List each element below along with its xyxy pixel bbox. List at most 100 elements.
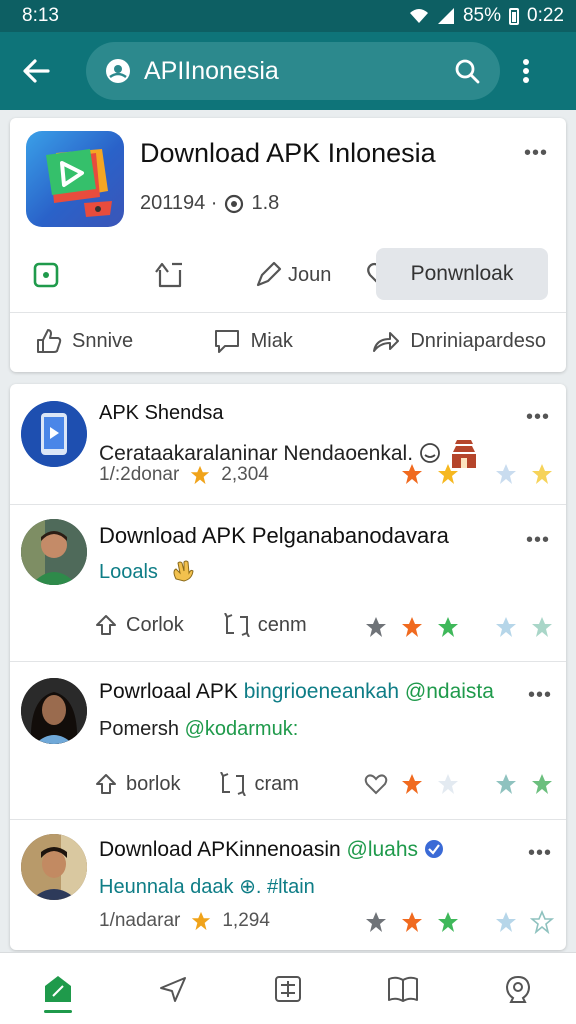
wifi-icon [409, 9, 428, 23]
search-icon[interactable] [454, 58, 480, 84]
status-icons: 85% 0:22 [409, 5, 564, 27]
post-more-icon[interactable]: ••• [528, 684, 552, 707]
post-title-text: Download APKinnenoasin [99, 838, 347, 861]
star-icon [496, 617, 516, 637]
nav-library[interactable] [373, 959, 433, 1019]
star-icon [438, 464, 458, 484]
repost-icon [223, 613, 250, 637]
smiley-icon [419, 443, 440, 463]
post-more-icon[interactable]: ••• [526, 406, 550, 429]
divider [10, 312, 566, 313]
app-bar: APIInonesia [0, 32, 576, 110]
post-mention[interactable]: @luahs [347, 838, 419, 861]
more-vert-icon [523, 59, 529, 83]
avatar[interactable] [21, 834, 87, 900]
search-bar[interactable]: APIInonesia [86, 42, 500, 100]
like-label: Corlok [126, 613, 184, 636]
post-mention[interactable]: @ndaista [405, 680, 494, 703]
phone-app-icon [21, 401, 87, 467]
thumbs-up-icon [37, 329, 62, 353]
app-logo-icon [26, 131, 124, 227]
post-title-highlight[interactable]: bingrioeneankah [244, 680, 399, 703]
like-label: Snnive [72, 329, 134, 352]
verified-badge-icon [424, 840, 443, 858]
back-arrow-icon [23, 59, 50, 83]
post-count: 1,294 [222, 910, 270, 931]
join-label: Joun [288, 263, 332, 286]
post-subtitle-text: Looals [99, 561, 158, 583]
nav-create[interactable] [258, 959, 318, 1019]
status-time-left: 8:13 [22, 5, 59, 26]
install-icon[interactable] [32, 261, 60, 289]
app-date: 201194 · [140, 192, 218, 214]
wave-hand-icon [173, 560, 194, 582]
message-label: Miak [250, 329, 293, 352]
like-action[interactable]: Snnive [36, 328, 133, 354]
join-action[interactable]: Joun [254, 261, 331, 289]
upvote-icon [96, 615, 116, 635]
avatar[interactable] [21, 519, 87, 585]
post-mention[interactable]: @kodarmuk: [185, 718, 299, 740]
forward-action[interactable]: Dnriniapardeso [372, 329, 546, 353]
feed-list: APK Shendsa Cerataakaralaninar Nendaoenk… [10, 384, 566, 950]
rating-stars[interactable] [364, 910, 554, 934]
star-icon [496, 912, 516, 932]
star-icon [402, 912, 422, 932]
post-title-text: Powrloaal APK [99, 680, 244, 703]
battery-icon [509, 7, 520, 25]
post-meta: 1/nadarar 1,294 [99, 910, 270, 932]
list-item[interactable]: Powrloaal APK bingrioeneankah @ndaista •… [10, 662, 566, 820]
rating-stars[interactable] [364, 615, 554, 639]
like-action[interactable]: borlok [94, 772, 180, 796]
app-action-row: Joun Ponwnloak [24, 248, 552, 302]
share-row: Snnive Miak Dnriniapardeso [36, 328, 546, 354]
app-more-icon[interactable]: ••• [524, 142, 548, 165]
star-icon [366, 912, 386, 932]
star-icon [496, 464, 516, 484]
forward-label: Dnriniapardeso [410, 329, 546, 352]
list-item[interactable]: APK Shendsa Cerataakaralaninar Nendaoenk… [10, 384, 566, 505]
search-query[interactable]: APIInonesia [144, 57, 454, 86]
profile-icon [506, 975, 531, 1003]
avatar[interactable] [21, 678, 87, 744]
app-meta: 201194 · 1.8 [140, 192, 279, 215]
post-more-icon[interactable]: ••• [528, 842, 552, 865]
post-more-icon[interactable]: ••• [526, 529, 550, 552]
message-action[interactable]: Miak [213, 328, 293, 354]
nav-profile[interactable] [488, 959, 548, 1019]
rating-stars[interactable] [364, 772, 554, 796]
repost-action[interactable]: cram [220, 772, 299, 796]
repost-icon [220, 772, 247, 796]
nav-home[interactable] [28, 959, 88, 1019]
star-icon [530, 910, 554, 934]
star-icon [438, 617, 458, 637]
repost-action[interactable]: cenm [223, 613, 307, 637]
overflow-menu-button[interactable] [508, 49, 544, 93]
post-meta: 1/:2donar 2,304 [99, 464, 269, 486]
battery-percent: 85% [462, 5, 502, 26]
star-icon [532, 617, 552, 637]
status-bar: 8:13 85% 0:22 [0, 0, 576, 32]
star-icon [366, 617, 386, 637]
app-card: Download APK Inlonesia ••• 201194 · 1.8 … [10, 118, 566, 372]
download-button[interactable]: Ponwnloak [376, 248, 548, 300]
app-count: 1.8 [251, 192, 280, 214]
post-subtitle: Looals [99, 559, 194, 584]
back-button[interactable] [14, 49, 58, 93]
nav-explore[interactable] [143, 959, 203, 1019]
star-badge-icon [191, 465, 210, 485]
status-time-right: 0:22 [527, 5, 564, 26]
star-icon [402, 617, 422, 637]
send-icon [159, 976, 186, 1002]
comment-icon [214, 330, 239, 353]
list-item[interactable]: Download APKinnenoasin @luahs ••• Heunna… [10, 820, 566, 950]
star-icon [532, 774, 552, 794]
rating-stars[interactable] [400, 462, 554, 486]
settings-icon [225, 194, 244, 213]
star-icon [532, 464, 552, 484]
like-action[interactable]: Corlok [94, 613, 184, 637]
list-item[interactable]: Download APK Pelganabanodavara ••• Looal… [10, 505, 566, 662]
repost-icon[interactable] [154, 260, 186, 290]
book-icon [388, 976, 419, 1002]
bottom-nav [0, 952, 576, 1024]
